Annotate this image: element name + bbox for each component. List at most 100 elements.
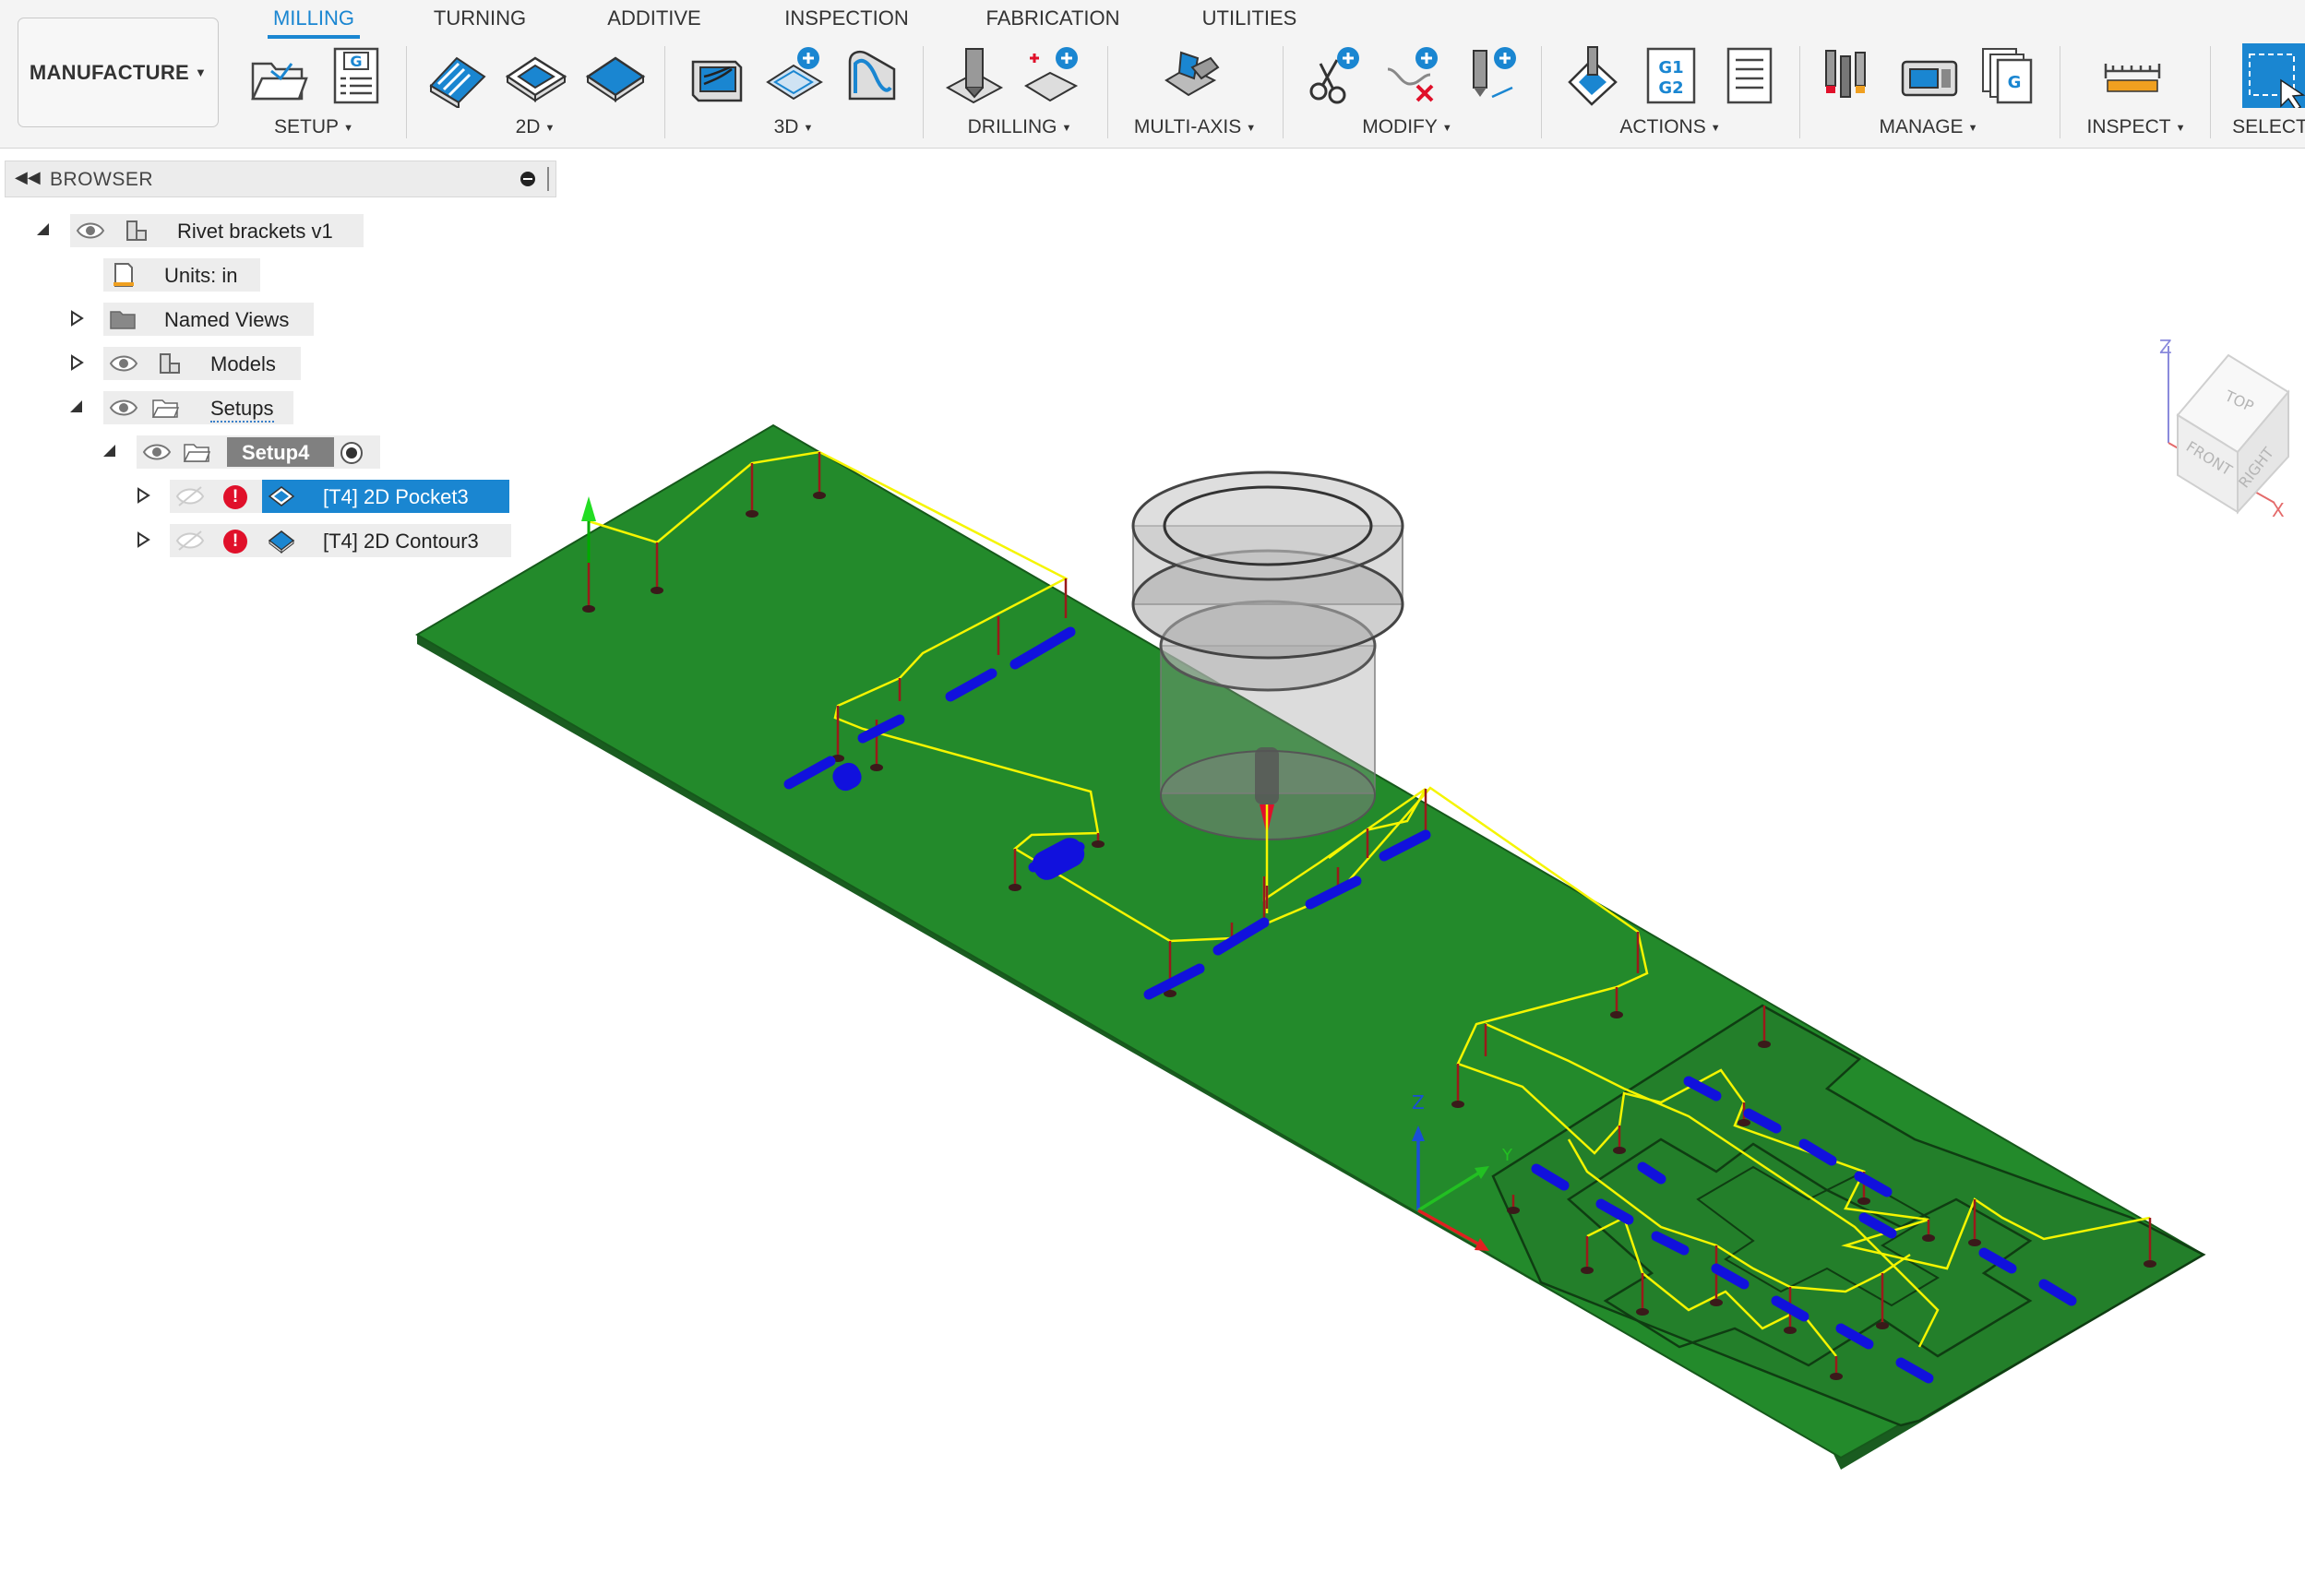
collapse-triangle-icon[interactable]: [102, 443, 118, 459]
scissors-icon: [1309, 47, 1359, 104]
setup-folder-icon: [183, 444, 210, 462]
nc-program-button[interactable]: G: [323, 42, 389, 109]
expand-triangle-icon[interactable]: [135, 531, 151, 548]
post-library-icon: G: [1982, 48, 2033, 104]
face-button[interactable]: [581, 42, 648, 109]
visibility-eye-icon[interactable]: [76, 220, 105, 242]
tree-label-setups: Setups: [210, 397, 274, 423]
warning-icon: !: [223, 485, 247, 509]
tab-turning[interactable]: TURNING: [429, 4, 531, 35]
visibility-eye-icon[interactable]: [109, 352, 138, 375]
hidden-eye-icon[interactable]: [175, 485, 205, 507]
minimize-panel-icon[interactable]: [520, 172, 535, 186]
activate-radio-icon[interactable]: [340, 441, 364, 465]
triad-y-label: Y: [1501, 1146, 1513, 1165]
ribbon-separator: [1541, 46, 1542, 138]
tree-row-operation-pocket[interactable]: ! [T4] 2D Pocket3: [0, 480, 554, 513]
select-cursor-icon: [2242, 43, 2305, 108]
tab-inspection[interactable]: INSPECTION: [780, 4, 914, 35]
resize-grip-icon[interactable]: [547, 167, 552, 191]
visibility-eye-icon[interactable]: [109, 397, 138, 419]
actions-menu[interactable]: ACTIONS ▼: [1606, 114, 1735, 140]
setup-sheet-button[interactable]: [1716, 42, 1783, 109]
3d-contour-button[interactable]: [840, 42, 906, 109]
tree-label-operation-pocket: [T4] 2D Pocket3: [323, 485, 469, 508]
machine-library-button[interactable]: [1896, 42, 1963, 109]
svg-text:G: G: [350, 53, 362, 70]
tree-row-named-views[interactable]: Named Views: [0, 303, 554, 336]
manage-menu[interactable]: MANAGE ▼: [1864, 114, 1993, 140]
ribbon-separator: [923, 46, 924, 138]
tree-row-root[interactable]: Rivet brackets v1: [0, 214, 554, 247]
2d-adaptive-button[interactable]: [424, 42, 491, 109]
2d-adaptive-icon: [429, 56, 486, 108]
select-button[interactable]: [2238, 42, 2305, 109]
hole-recognition-icon: [1023, 47, 1079, 102]
2d-pocket-button[interactable]: [503, 42, 569, 109]
folder-icon: [110, 311, 136, 329]
ribbon-separator: [1283, 46, 1284, 138]
ribbon-separator: [664, 46, 665, 138]
tool-length-icon: [1473, 47, 1516, 99]
trim-toolpath-button[interactable]: [1301, 42, 1367, 109]
face-icon: [585, 56, 646, 102]
tree-row-operation-contour[interactable]: ! [T4] 2D Contour3: [0, 524, 554, 557]
drill-icon: [945, 48, 1004, 104]
component-icon: [160, 353, 180, 374]
3d-pocket-button[interactable]: [761, 42, 828, 109]
expand-triangle-icon[interactable]: [68, 310, 85, 327]
post-process-button[interactable]: G1 G2: [1638, 42, 1704, 109]
view-cube[interactable]: Z X TOP FRONT RIGHT: [2150, 328, 2298, 521]
visibility-eye-icon[interactable]: [142, 441, 172, 463]
workspace-switcher[interactable]: MANUFACTURE ▼: [18, 18, 219, 127]
svg-text:G1: G1: [1658, 58, 1683, 77]
tree-row-models[interactable]: Models: [0, 347, 554, 380]
setups-folder-icon: [151, 399, 179, 418]
delete-passes-icon: [1387, 47, 1438, 102]
setup-menu[interactable]: SETUP ▼: [249, 114, 378, 140]
2d-contour-op-icon: [268, 530, 295, 554]
browser-title: BROWSER: [50, 169, 154, 190]
expand-triangle-icon[interactable]: [68, 354, 85, 371]
expand-triangle-icon[interactable]: [135, 487, 151, 504]
collapse-panel-icon[interactable]: ◀◀: [15, 168, 41, 187]
tool-library-icon: [1825, 50, 1866, 98]
viewcube-z-label: Z: [2159, 336, 2172, 358]
tree-row-setups[interactable]: Setups: [0, 391, 554, 424]
edit-tool-length-button[interactable]: [1458, 42, 1524, 109]
post-process-icon: G1G2: [1646, 47, 1696, 104]
setup-sheet-icon: [1726, 47, 1773, 104]
tree-label-models: Models: [210, 352, 276, 375]
tab-milling[interactable]: MILLING: [268, 4, 360, 39]
tree-label-units: Units: in: [164, 264, 238, 287]
multi-axis-button[interactable]: [1158, 42, 1224, 109]
tool-library-button[interactable]: [1818, 42, 1884, 109]
select-menu[interactable]: SELECT: [2224, 114, 2305, 140]
multi-axis-menu[interactable]: MULTI-AXIS ▼: [1117, 114, 1273, 140]
tab-utilities[interactable]: UTILITIES: [1198, 4, 1301, 35]
collapse-triangle-icon[interactable]: [35, 221, 52, 238]
post-library-button[interactable]: G: [1975, 42, 2041, 109]
tree-row-units[interactable]: Units: in: [0, 258, 554, 292]
new-setup-button[interactable]: [245, 42, 311, 109]
3d-menu[interactable]: 3D ▼: [729, 114, 858, 140]
drill-button[interactable]: [941, 42, 1008, 109]
workspace-label: MANUFACTURE: [29, 60, 189, 84]
hole-recognition-button[interactable]: [1020, 42, 1086, 109]
hidden-eye-icon[interactable]: [175, 530, 205, 552]
inspect-menu[interactable]: INSPECT ▼: [2076, 114, 2196, 140]
2d-menu[interactable]: 2D ▼: [471, 114, 600, 140]
3d-adaptive-button[interactable]: [683, 42, 749, 109]
tree-row-setup[interactable]: Setup4: [0, 435, 554, 469]
2d-pocket-icon: [505, 56, 567, 102]
delete-passes-button[interactable]: [1379, 42, 1446, 109]
modify-menu[interactable]: MODIFY ▼: [1343, 114, 1472, 140]
simulate-button[interactable]: [1559, 42, 1626, 109]
setup-folder-icon: [251, 62, 308, 101]
measure-button[interactable]: [2099, 42, 2166, 109]
tab-additive[interactable]: ADDITIVE: [600, 4, 709, 35]
tree-label-root: Rivet brackets v1: [177, 220, 333, 243]
tab-fabrication[interactable]: FABRICATION: [983, 4, 1123, 35]
collapse-triangle-icon[interactable]: [68, 399, 85, 415]
drilling-menu[interactable]: DRILLING ▼: [946, 114, 1093, 140]
